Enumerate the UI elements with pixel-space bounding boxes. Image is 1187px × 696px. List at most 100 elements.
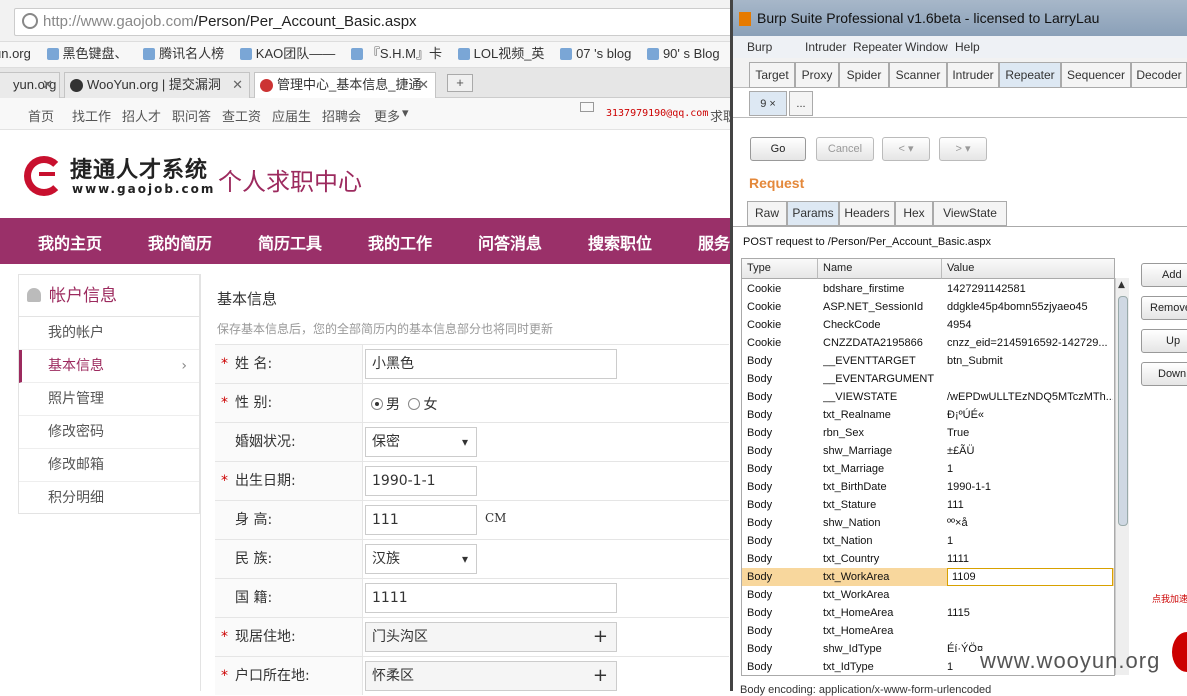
- sidebar-item-email[interactable]: 修改邮箱: [19, 449, 199, 482]
- tab-raw[interactable]: Raw: [747, 201, 787, 226]
- browser-tab-active[interactable]: 管理中心_基本信息_捷通 ✕: [254, 72, 436, 99]
- param-value[interactable]: 4954: [947, 316, 1113, 334]
- param-row[interactable]: Body __EVENTARGUMENT: [742, 370, 1114, 388]
- mainnav-resume[interactable]: 我的简历: [148, 230, 212, 254]
- sidebar-item-my-account[interactable]: 我的帐户: [19, 317, 199, 350]
- topnav-link[interactable]: 找工作: [72, 106, 111, 125]
- url-input[interactable]: http://www.gaojob.com/Person/Per_Account…: [14, 8, 734, 36]
- param-value[interactable]: cnzz_eid=2145916592-142729...: [947, 334, 1113, 352]
- param-value[interactable]: 1990-1-1: [947, 478, 1113, 496]
- param-row[interactable]: Body rbn_Sex True: [742, 424, 1114, 442]
- up-param-button[interactable]: Up: [1141, 329, 1187, 353]
- tab-intruder[interactable]: Intruder: [947, 62, 999, 88]
- repeater-tab-9[interactable]: 9 ×: [749, 91, 787, 116]
- logo-icon[interactable]: [24, 156, 64, 196]
- bookmark-item[interactable]: 90' s Blog: [646, 42, 720, 66]
- bookmark-item[interactable]: 黑色键盘、: [46, 42, 128, 66]
- param-value[interactable]: 1109: [947, 568, 1113, 586]
- cancel-button[interactable]: Cancel: [816, 137, 874, 161]
- param-value[interactable]: 1115: [947, 604, 1113, 622]
- param-row[interactable]: Body shw_Nation ºº×å: [742, 514, 1114, 532]
- param-value[interactable]: Ð¡ºÚÉ«: [947, 406, 1113, 424]
- param-row[interactable]: Cookie bdshare_firstime 1427291142581: [742, 280, 1114, 298]
- param-row[interactable]: Body txt_WorkArea: [742, 586, 1114, 604]
- param-row[interactable]: Body txt_Stature 111: [742, 496, 1114, 514]
- param-value[interactable]: ºº×å: [947, 514, 1113, 532]
- tab-scanner[interactable]: Scanner: [889, 62, 947, 88]
- tab-headers[interactable]: Headers: [839, 201, 895, 226]
- param-row[interactable]: Body txt_WorkArea 1109: [742, 568, 1114, 586]
- bookmark-item[interactable]: 腾讯名人榜: [143, 42, 224, 66]
- sidebar-item-photos[interactable]: 照片管理: [19, 383, 199, 416]
- add-param-button[interactable]: Add: [1141, 263, 1187, 287]
- param-row[interactable]: Body txt_BirthDate 1990-1-1: [742, 478, 1114, 496]
- tab-decoder[interactable]: Decoder: [1131, 62, 1187, 88]
- menu-burp[interactable]: Burp: [747, 40, 772, 54]
- radio-male[interactable]: [371, 398, 383, 410]
- marriage-select[interactable]: 保密: [365, 427, 477, 457]
- topnav-link[interactable]: 查工资: [222, 106, 261, 125]
- param-value[interactable]: 1427291142581: [947, 280, 1113, 298]
- column-header-name[interactable]: Name: [818, 259, 942, 279]
- param-row[interactable]: Body __VIEWSTATE/wEPDwULLTEzNDQ5MTczMTh..…: [742, 388, 1114, 406]
- close-icon[interactable]: ✕: [418, 73, 429, 97]
- mainnav-search-jobs[interactable]: 搜索职位: [588, 230, 652, 254]
- menu-intruder[interactable]: Intruder: [805, 40, 846, 54]
- birthdate-input[interactable]: 1990-1-1: [365, 466, 477, 496]
- radio-female[interactable]: [408, 398, 421, 410]
- remove-param-button[interactable]: Remove: [1141, 296, 1187, 320]
- info-icon[interactable]: [22, 13, 38, 29]
- tab-repeater[interactable]: Repeater: [999, 62, 1061, 88]
- bookmark-item[interactable]: 『S.H.M』卡: [350, 42, 442, 66]
- down-param-button[interactable]: Down: [1141, 362, 1187, 386]
- topnav-link[interactable]: 职问答: [172, 106, 211, 125]
- close-icon[interactable]: ✕: [42, 73, 53, 97]
- menu-repeater[interactable]: Repeater: [853, 40, 902, 54]
- height-input[interactable]: 111: [365, 505, 477, 535]
- tab-proxy[interactable]: Proxy: [795, 62, 839, 88]
- bookmark-item[interactable]: un.org: [0, 42, 31, 66]
- tab-spider[interactable]: Spider: [839, 62, 889, 88]
- param-value[interactable]: 111: [947, 496, 1113, 514]
- tab-sequencer[interactable]: Sequencer: [1061, 62, 1131, 88]
- param-row[interactable]: Body txt_Realname Ð¡ºÚÉ«: [742, 406, 1114, 424]
- param-value[interactable]: 1111: [947, 550, 1113, 568]
- param-value[interactable]: True: [947, 424, 1113, 442]
- sidebar-item-points[interactable]: 积分明细: [19, 482, 199, 515]
- bookmark-item[interactable]: 07 's blog: [560, 42, 631, 66]
- forward-button[interactable]: > ▾: [939, 137, 987, 161]
- params-scrollbar[interactable]: ▲: [1115, 278, 1129, 675]
- browser-tab[interactable]: WooYun.org | 提交漏洞 ✕: [64, 72, 250, 98]
- new-tab-button[interactable]: +: [447, 74, 473, 92]
- tab-params[interactable]: Params: [787, 201, 839, 226]
- scroll-thumb[interactable]: [1118, 296, 1128, 526]
- column-header-type[interactable]: Type: [742, 259, 818, 279]
- param-row[interactable]: Body txt_HomeArea: [742, 622, 1114, 640]
- param-value[interactable]: 1: [947, 532, 1113, 550]
- topnav-link[interactable]: 首页: [28, 106, 54, 125]
- param-row[interactable]: Body shw_Marriage ±£ÃÜ: [742, 442, 1114, 460]
- sidebar-item-basic-info[interactable]: 基本信息 ›: [19, 350, 199, 383]
- column-header-value[interactable]: Value: [942, 259, 1114, 279]
- country-input[interactable]: 1111: [365, 583, 617, 613]
- topnav-more[interactable]: 更多: [374, 106, 400, 125]
- param-row[interactable]: Cookie ASP.NET_SessionId ddgkle45p4bomn55z…: [742, 298, 1114, 316]
- mainnav-work[interactable]: 我的工作: [368, 230, 432, 254]
- close-icon[interactable]: ✕: [232, 73, 243, 97]
- param-row[interactable]: Body __EVENTTARGET btn_Submit: [742, 352, 1114, 370]
- bookmark-item[interactable]: KAO团队——: [239, 42, 335, 66]
- tab-hex[interactable]: Hex: [895, 201, 933, 226]
- go-button[interactable]: Go: [750, 137, 806, 161]
- tab-target[interactable]: Target: [749, 62, 795, 88]
- param-row[interactable]: Cookie CheckCode 4954: [742, 316, 1114, 334]
- nation-select[interactable]: 汉族: [365, 544, 477, 574]
- mainnav-service[interactable]: 服务: [698, 230, 730, 254]
- scroll-up-icon[interactable]: ▲: [1118, 280, 1125, 290]
- name-input[interactable]: 小黑色: [365, 349, 617, 379]
- hukou-picker[interactable]: 怀柔区 +: [365, 661, 617, 691]
- browser-tab[interactable]: yun.org ✕: [0, 72, 60, 98]
- topnav-link[interactable]: 应届生: [272, 106, 311, 125]
- param-row[interactable]: Body txt_Country 1111: [742, 550, 1114, 568]
- mainnav-home[interactable]: 我的主页: [38, 230, 102, 254]
- mainnav-messages[interactable]: 问答消息: [478, 230, 542, 254]
